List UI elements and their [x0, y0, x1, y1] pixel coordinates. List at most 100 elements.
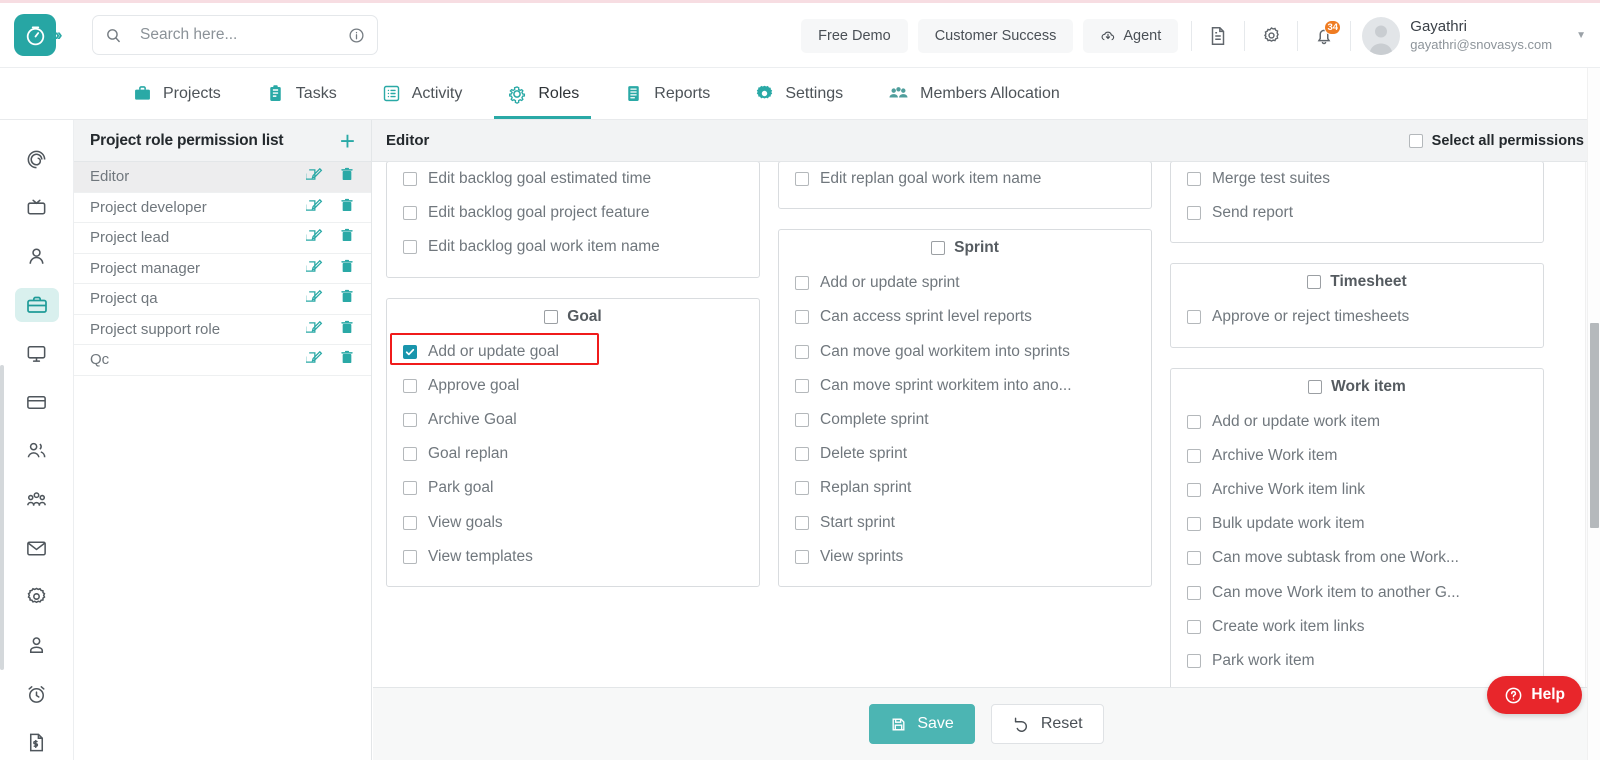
permission-option[interactable]: Can move subtask from one Work...	[1171, 541, 1543, 575]
tab-activity[interactable]: Activity	[359, 68, 485, 119]
card-select-all-checkbox[interactable]	[1308, 379, 1323, 394]
tab-reports[interactable]: Reports	[601, 68, 732, 119]
role-row[interactable]: Project developer	[74, 193, 371, 223]
edit-role-button[interactable]	[305, 227, 323, 248]
select-all-permissions-toggle[interactable]: Select all permissions	[1408, 133, 1584, 149]
sidebar-scrollbar[interactable]	[0, 365, 4, 670]
sidebar-item-billing[interactable]	[15, 385, 59, 420]
permission-checkbox[interactable]	[403, 413, 417, 428]
select-all-checkbox[interactable]	[1408, 133, 1423, 148]
page-scrollbar[interactable]	[1587, 68, 1600, 760]
permission-option[interactable]: View goals	[387, 506, 759, 540]
sidebar-item-timer[interactable]	[15, 677, 59, 712]
sidebar-item-settings[interactable]	[15, 579, 59, 614]
permission-option[interactable]: Approve or reject timesheets	[1171, 300, 1543, 334]
permission-option[interactable]: Edit backlog goal estimated time	[387, 162, 759, 196]
permission-card-header[interactable]: Sprint	[779, 239, 1151, 257]
permission-option[interactable]: Park goal	[387, 471, 759, 505]
permission-checkbox[interactable]	[795, 481, 809, 496]
chevron-down-icon[interactable]: ▼	[1576, 30, 1586, 41]
page-scroll-thumb[interactable]	[1590, 323, 1599, 528]
permission-checkbox[interactable]	[403, 172, 417, 187]
permission-option[interactable]: Edit backlog goal project feature	[387, 196, 759, 230]
customer-success-button[interactable]: Customer Success	[917, 18, 1074, 53]
permission-option[interactable]: Edit backlog goal work item name	[387, 230, 759, 264]
permission-checkbox[interactable]	[1187, 448, 1201, 463]
permission-option[interactable]: Edit replan goal work item name	[779, 162, 1151, 196]
permission-checkbox[interactable]	[795, 310, 809, 325]
permission-checkbox[interactable]	[795, 172, 809, 187]
document-icon[interactable]	[1195, 13, 1241, 59]
permission-option[interactable]: Replan sprint	[779, 471, 1151, 505]
sidebar-item-mail[interactable]	[15, 531, 59, 566]
permission-option[interactable]: Archive Work item	[1171, 439, 1543, 473]
permission-checkbox[interactable]	[1187, 551, 1201, 566]
permission-checkbox[interactable]	[403, 549, 417, 564]
permission-checkbox[interactable]	[1187, 619, 1201, 634]
permission-option[interactable]: Can move goal workitem into sprints	[779, 335, 1151, 369]
permission-option[interactable]: Can move Work item to another G...	[1171, 576, 1543, 610]
permission-option[interactable]: Add or update work item	[1171, 405, 1543, 439]
permission-checkbox[interactable]	[795, 515, 809, 530]
delete-role-button[interactable]	[339, 349, 355, 370]
tab-tasks[interactable]: Tasks	[243, 68, 359, 119]
permission-option[interactable]: Bulk update work item	[1171, 507, 1543, 541]
sidebar-item-tv[interactable]	[15, 191, 59, 226]
permission-option[interactable]: Park work item	[1171, 644, 1543, 678]
delete-role-button[interactable]	[339, 288, 355, 309]
edit-role-button[interactable]	[305, 197, 323, 218]
sidebar-item-monitor[interactable]	[15, 336, 59, 371]
permission-checkbox[interactable]	[795, 447, 809, 462]
permission-option[interactable]: Complete sprint	[779, 403, 1151, 437]
permission-checkbox[interactable]	[1187, 310, 1201, 325]
permission-option[interactable]: Approve goal	[387, 369, 759, 403]
delete-role-button[interactable]	[339, 166, 355, 187]
sidebar-item-profile[interactable]	[15, 628, 59, 663]
permission-option[interactable]: Start sprint	[779, 506, 1151, 540]
permission-checkbox[interactable]	[795, 378, 809, 393]
delete-role-button[interactable]	[339, 258, 355, 279]
chevrons-right-icon[interactable]: »›	[50, 25, 62, 45]
search-input[interactable]: Search here...	[92, 15, 378, 55]
role-row[interactable]: Qc	[74, 345, 371, 376]
permission-checkbox[interactable]	[403, 206, 417, 221]
permission-checkbox[interactable]	[795, 276, 809, 291]
permission-checkbox[interactable]	[795, 549, 809, 564]
permission-checkbox[interactable]	[403, 447, 417, 462]
sidebar-item-org[interactable]	[15, 482, 59, 517]
card-select-all-checkbox[interactable]	[931, 241, 946, 256]
permission-option[interactable]: Can move sprint workitem into ano...	[779, 369, 1151, 403]
permission-card-header[interactable]: Work item	[1171, 378, 1543, 396]
add-role-button[interactable]: +	[340, 128, 355, 154]
edit-role-button[interactable]	[305, 258, 323, 279]
permission-option[interactable]: Add or update sprint	[779, 266, 1151, 300]
permission-checkbox[interactable]	[1187, 585, 1201, 600]
help-widget-button[interactable]: Help	[1487, 676, 1582, 714]
permission-checkbox[interactable]	[1187, 414, 1201, 429]
permission-checkbox[interactable]	[1187, 172, 1201, 187]
sidebar-item-user[interactable]	[15, 239, 59, 274]
permission-option[interactable]: Send report	[1171, 196, 1543, 230]
role-row[interactable]: Project qa	[74, 284, 371, 315]
save-button[interactable]: Save	[869, 704, 975, 744]
permission-option[interactable]: View sprints	[779, 540, 1151, 574]
permission-checkbox[interactable]	[1187, 653, 1201, 668]
edit-role-button[interactable]	[305, 349, 323, 370]
gear-icon[interactable]	[1248, 13, 1294, 59]
role-row[interactable]: Editor	[74, 162, 371, 193]
permission-checkbox[interactable]	[795, 413, 809, 428]
role-row[interactable]: Project manager	[74, 254, 371, 284]
reset-button[interactable]: Reset	[990, 704, 1104, 744]
permission-option[interactable]: Merge test suites	[1171, 162, 1543, 196]
permission-checkbox[interactable]	[1187, 483, 1201, 498]
permission-card-header[interactable]: Timesheet	[1171, 273, 1543, 291]
sidebar-item-invoice[interactable]	[15, 725, 59, 760]
edit-role-button[interactable]	[305, 288, 323, 309]
card-select-all-checkbox[interactable]	[544, 309, 559, 324]
free-demo-button[interactable]: Free Demo	[801, 18, 908, 53]
permission-checkbox[interactable]	[403, 515, 417, 530]
permission-option[interactable]: Can access sprint level reports	[779, 300, 1151, 334]
sidebar-item-projects[interactable]	[14, 287, 59, 323]
bell-icon[interactable]: 34	[1301, 13, 1347, 59]
user-menu[interactable]: Gayathri gayathri@snovasys.com ▼	[1362, 16, 1592, 55]
